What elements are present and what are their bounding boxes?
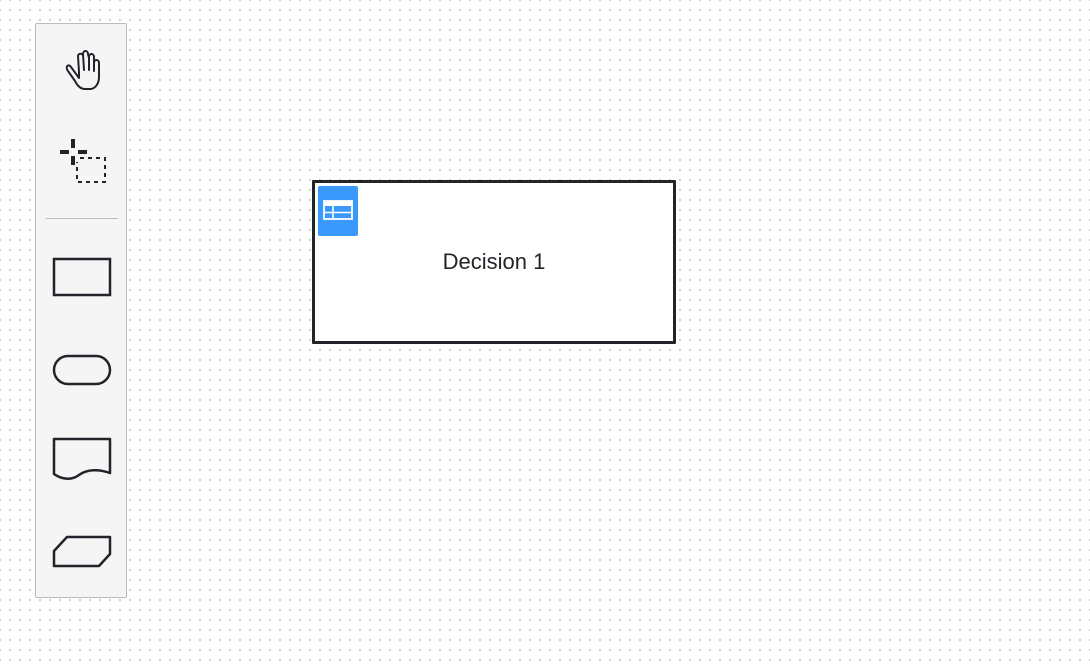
hand-tool-button[interactable] — [36, 40, 128, 100]
palette-separator — [46, 218, 118, 219]
decision-element[interactable]: Decision 1 — [312, 180, 676, 344]
table-icon — [323, 200, 353, 220]
parallelogram-icon — [52, 535, 112, 568]
decision-table-badge — [318, 186, 358, 236]
lasso-tool-button[interactable] — [36, 126, 128, 186]
document-icon — [52, 437, 112, 480]
decision-label: Decision 1 — [442, 249, 546, 274]
hand-icon — [65, 50, 100, 90]
create-data-input-button[interactable] — [36, 522, 128, 582]
lasso-icon — [60, 139, 106, 183]
create-document-button[interactable] — [36, 429, 128, 489]
create-rectangle-button[interactable] — [36, 247, 128, 307]
rectangle-icon — [52, 257, 112, 297]
rounded-rectangle-icon — [52, 354, 112, 386]
create-rounded-rectangle-button[interactable] — [36, 340, 128, 400]
palette — [35, 23, 127, 598]
